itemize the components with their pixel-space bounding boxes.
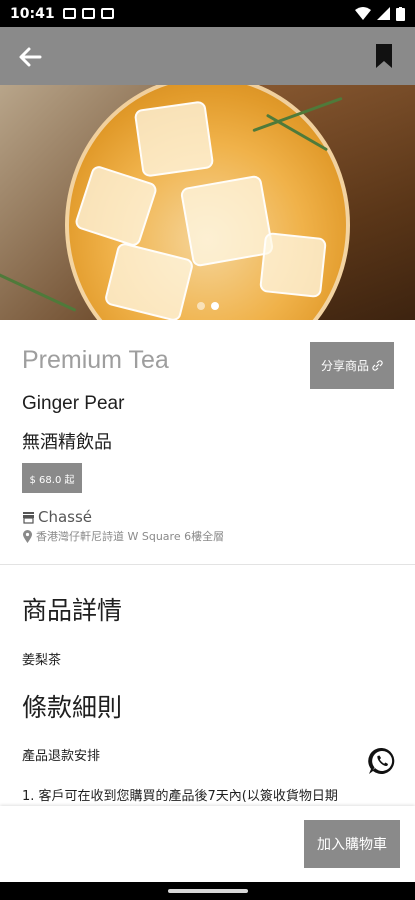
ice-cube bbox=[133, 100, 215, 178]
carousel-indicator bbox=[0, 302, 415, 310]
product-image-carousel[interactable] bbox=[0, 85, 415, 320]
bookmark-icon[interactable] bbox=[373, 43, 395, 69]
details-title: 商品詳情 bbox=[22, 596, 123, 625]
share-label: 分享商品 bbox=[320, 359, 369, 373]
add-to-cart-button[interactable]: 加入購物車 bbox=[304, 820, 400, 868]
address-text: 香港灣仔軒尼詩道 W Square 6樓全層 bbox=[36, 530, 225, 543]
ice-cube bbox=[259, 231, 327, 299]
status-bar: 10:41 bbox=[0, 0, 415, 27]
gmail-notification-icon bbox=[100, 8, 114, 19]
back-arrow-icon[interactable] bbox=[14, 41, 46, 73]
status-time: 10:41 bbox=[10, 5, 55, 22]
battery-icon bbox=[396, 6, 405, 21]
terms-item-1: 1. 客戶可在收到您購買的產品後7天內(以簽收貨物日期 bbox=[22, 789, 338, 804]
store-icon bbox=[23, 511, 34, 524]
carousel-dot-active[interactable] bbox=[210, 302, 219, 310]
product-name: Ginger Pear bbox=[22, 393, 125, 414]
price-badge: $ 68.0 起 bbox=[22, 463, 82, 493]
home-gesture-pill[interactable] bbox=[168, 889, 248, 893]
ice-cube bbox=[179, 174, 275, 268]
system-icons bbox=[355, 6, 405, 21]
shop-address: 香港灣仔軒尼詩道 W Square 6樓全層 bbox=[22, 528, 224, 544]
signal-icon bbox=[377, 7, 390, 20]
product-brand: Premium Tea bbox=[22, 346, 169, 374]
product-category: 無酒精飲品 bbox=[22, 432, 112, 453]
link-icon bbox=[372, 360, 383, 371]
image-notification-icon bbox=[81, 8, 95, 19]
carousel-dot[interactable] bbox=[196, 302, 205, 310]
location-pin-icon bbox=[23, 529, 32, 543]
system-nav-bar bbox=[0, 882, 415, 900]
notification-icons bbox=[62, 8, 114, 19]
chat-notification-icon bbox=[62, 8, 76, 19]
shop-link[interactable]: Chassé bbox=[22, 508, 92, 526]
section-divider bbox=[0, 564, 415, 565]
terms-title: 條款細則 bbox=[22, 693, 123, 722]
shop-name: Chassé bbox=[38, 508, 93, 526]
bottom-action-bar: 加入購物車 bbox=[0, 806, 415, 882]
app-bar bbox=[0, 27, 415, 85]
share-product-button[interactable]: 分享商品 bbox=[310, 342, 394, 389]
terms-subtitle: 產品退款安排 bbox=[22, 749, 101, 764]
wifi-icon bbox=[355, 7, 371, 20]
details-text: 姜梨茶 bbox=[22, 653, 62, 668]
whatsapp-icon[interactable] bbox=[367, 746, 397, 776]
